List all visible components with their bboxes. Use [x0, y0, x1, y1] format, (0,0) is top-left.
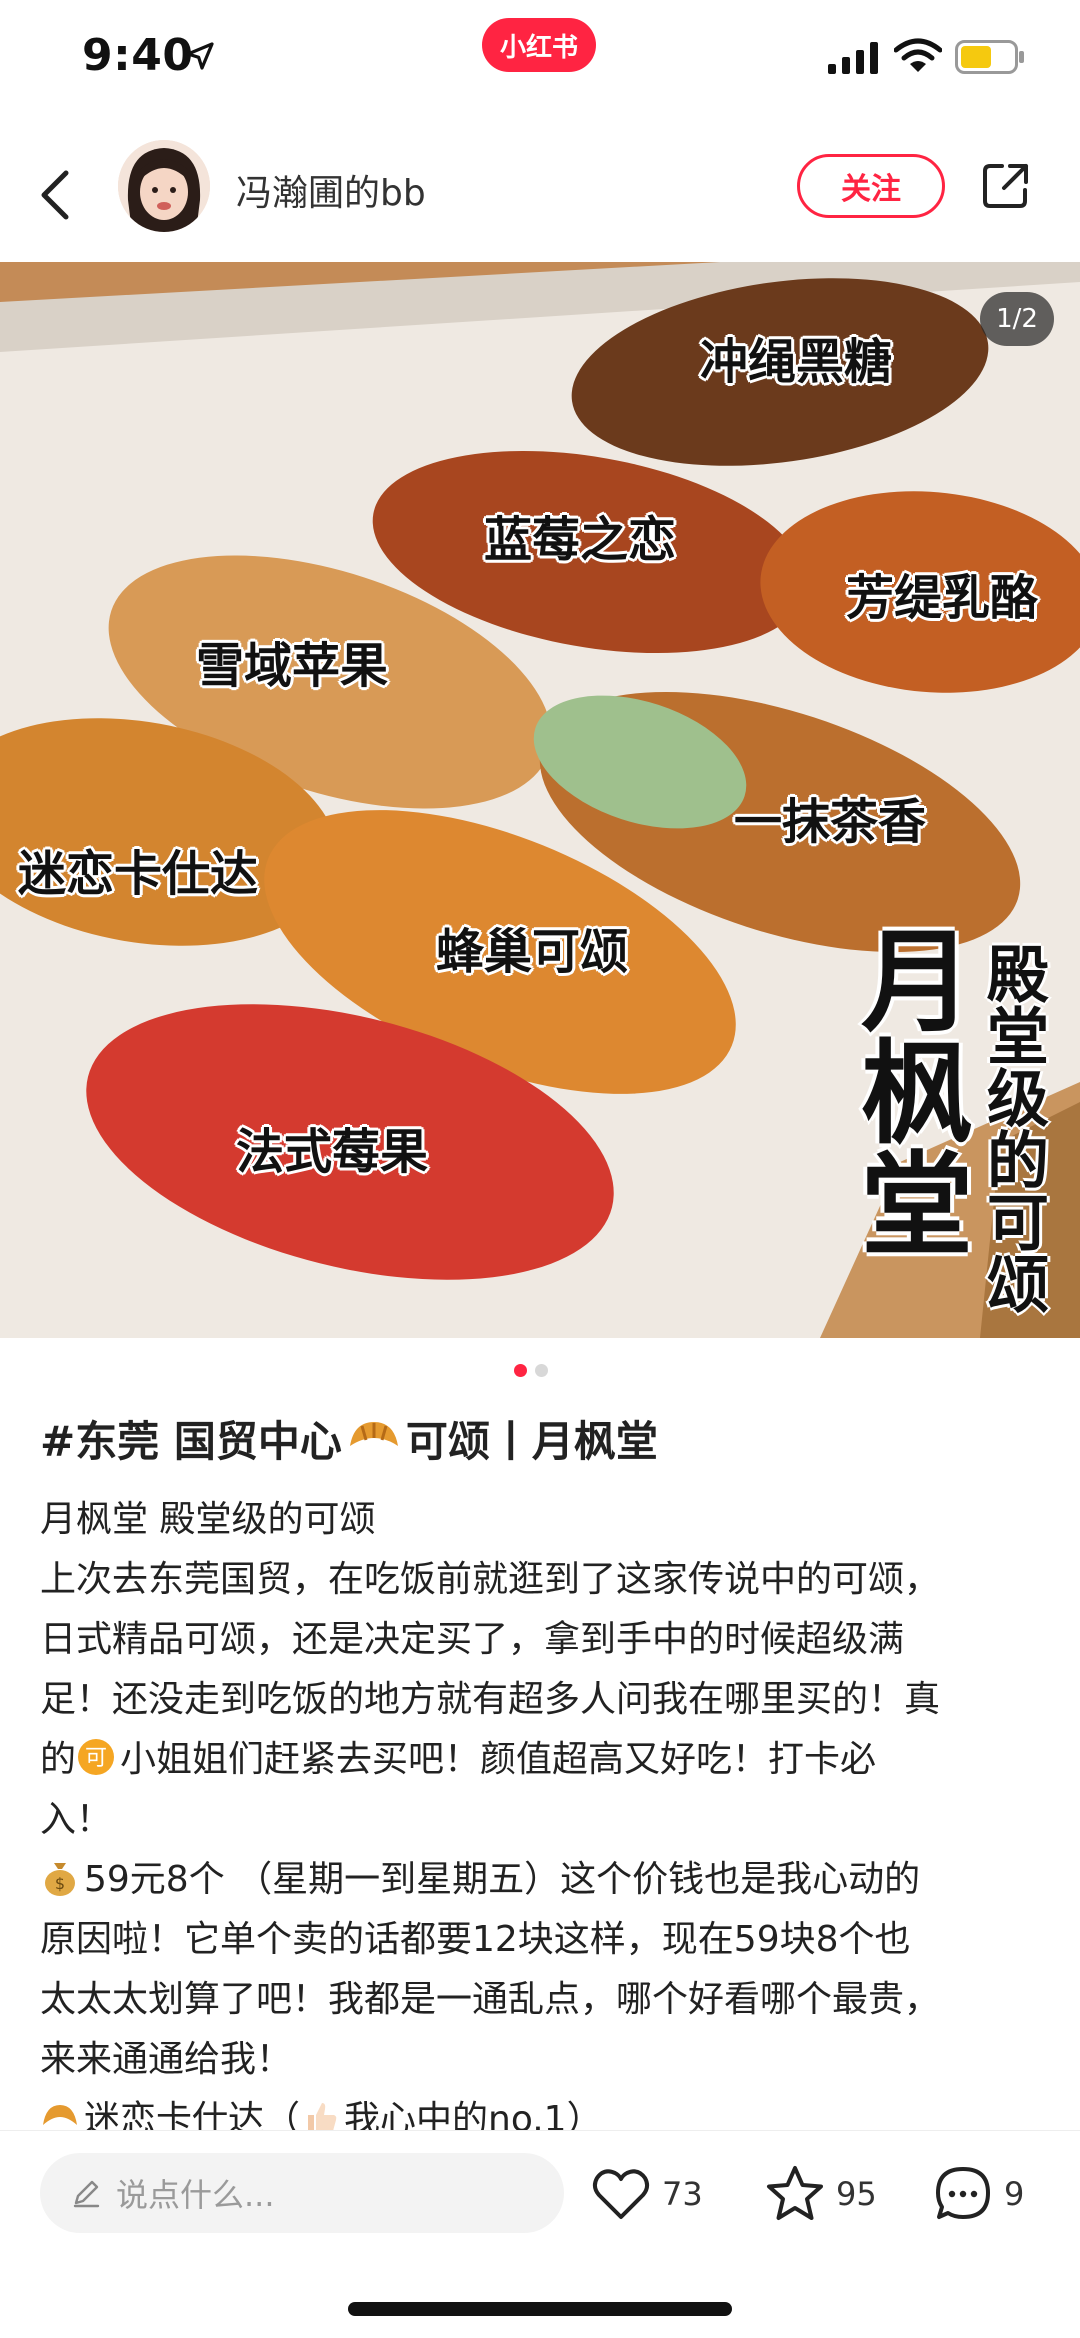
post-line: 太太太划算了吧！我都是一通乱点，哪个好看哪个最贵，	[40, 1979, 941, 2020]
like-count: 73	[662, 2175, 703, 2213]
brand-overlay-title: 月枫堂	[842, 922, 973, 1258]
share-icon[interactable]	[980, 160, 1032, 212]
money-bag-emoji-icon: $	[45, 1863, 75, 1896]
flavor-label: 法式莓果	[236, 1124, 429, 1180]
like-button[interactable]: 73	[590, 2159, 703, 2229]
flavor-label: 蓝莓之恋	[484, 512, 677, 568]
pencil-icon	[73, 2180, 100, 2208]
comment-bubble-icon	[936, 2167, 990, 2219]
svg-text:$: $	[55, 1874, 65, 1893]
flavor-label: 雪域苹果	[196, 638, 389, 694]
post-header: 冯瀚圃的bb 关注	[0, 140, 1080, 255]
post-line: 月枫堂 殿堂级的可颂	[40, 1499, 376, 1540]
location-arrow-icon	[186, 42, 214, 70]
comment-button[interactable]: 9	[932, 2159, 1024, 2229]
heart-icon	[592, 2169, 650, 2219]
star-icon	[767, 2166, 823, 2220]
post-image[interactable]: 1/2 冲绳黑糖 蓝莓之恋 芳缇乳酪 雪域苹果 一抹茶香 迷恋卡仕达 蜂巢可颂 …	[0, 262, 1080, 1338]
post-line-fragment: 小姐姐们赶紧去买吧！颜值超高又好吃！打卡必	[120, 1739, 877, 1780]
pagination-dot-active	[514, 1364, 527, 1377]
post-line-fragment: 的	[40, 1739, 77, 1780]
post-line: 日式精品可颂，还是决定买了，拿到手中的时候超级满	[40, 1619, 905, 1660]
follow-button[interactable]: 关注	[797, 154, 945, 218]
collect-button[interactable]: 95	[764, 2159, 877, 2229]
post-title-topic[interactable]: #东莞 国贸中心	[40, 1408, 342, 1469]
post-body: 月枫堂 殿堂级的可颂 上次去东莞国贸，在吃饭前就逛到了这家传说中的可颂， 日式精…	[40, 1490, 1050, 2150]
flavor-label: 芳缇乳酪	[846, 570, 1039, 626]
collect-count: 95	[836, 2175, 877, 2213]
ke-emoji-icon: 可	[78, 1739, 115, 1775]
post-line: $59元8个 （星期一到星期五）这个价钱也是我心动的	[40, 1850, 1050, 1910]
flavor-label: 冲绳黑糖	[700, 334, 893, 390]
post-line: 来来通通给我！	[40, 2039, 293, 2080]
comment-placeholder: 说点什么...	[116, 2176, 275, 2214]
comment-count: 9	[1004, 2175, 1025, 2213]
post-line-fragment: 59元8个 （星期一到星期五）这个价钱也是我心动的	[84, 1859, 921, 1900]
pagination-dot	[535, 1364, 548, 1377]
svg-text:可: 可	[85, 1746, 107, 1771]
image-pagination	[514, 1364, 548, 1377]
comment-input[interactable]: 说点什么...	[40, 2153, 564, 2233]
post-line: 原因啦！它单个卖的话都要12块这样，现在59块8个也	[40, 1919, 911, 1960]
flavor-label: 一抹茶香	[734, 794, 927, 850]
back-arrow-icon[interactable]	[36, 165, 76, 225]
flavor-label: 迷恋卡仕达	[18, 846, 259, 902]
post-line: 足！还没走到吃饭的地方就有超多人问我在哪里买的！真	[40, 1679, 941, 1720]
post-line: 入！	[40, 1799, 113, 1840]
home-indicator[interactable]	[348, 2302, 732, 2316]
battery-icon	[955, 40, 1024, 74]
author-avatar[interactable]	[118, 140, 210, 232]
status-bar: 9:40 小红书	[0, 0, 1080, 115]
post-title-rest: 可颂丨月枫堂	[405, 1417, 658, 1466]
post-line: 的可小姐姐们赶紧去买吧！颜值超高又好吃！打卡必	[40, 1730, 1050, 1790]
status-time: 9:40	[82, 30, 194, 81]
post-line: 上次去东莞国贸，在吃饭前就逛到了这家传说中的可颂，	[40, 1559, 941, 1600]
wifi-icon	[894, 38, 942, 72]
image-counter: 1/2	[980, 292, 1054, 346]
author-name[interactable]: 冯瀚圃的bb	[236, 164, 426, 216]
croissant-emoji-icon	[349, 1421, 398, 1446]
app-badge: 小红书	[482, 18, 596, 72]
flavor-label: 蜂巢可颂	[436, 924, 629, 980]
brand-overlay-subtitle: 殿堂级的可颂	[976, 942, 1049, 1314]
post-title: #东莞 国贸中心 可颂丨月枫堂	[40, 1408, 658, 1469]
cellular-signal-icon	[828, 42, 878, 74]
